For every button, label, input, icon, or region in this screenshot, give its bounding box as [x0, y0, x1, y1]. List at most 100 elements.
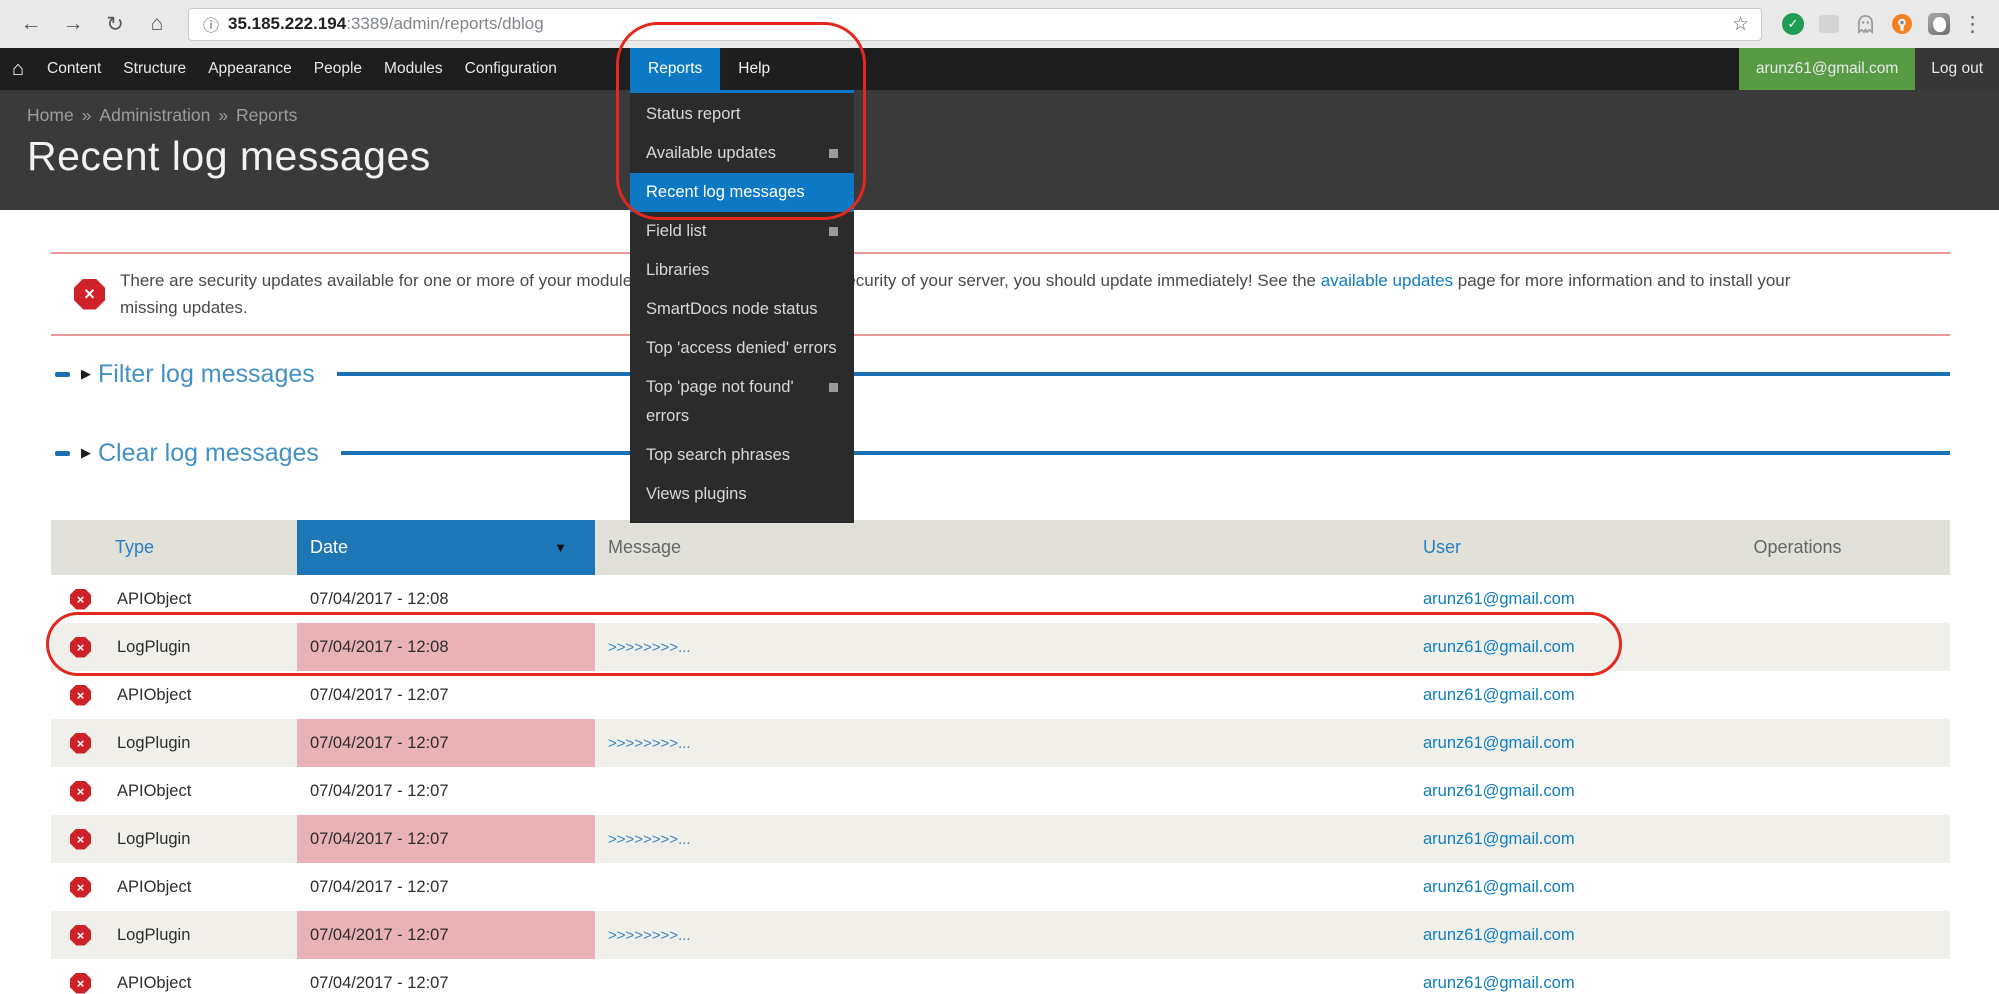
alert-text-mid: page for more information and to install…: [1453, 271, 1790, 290]
reload-icon[interactable]: ↻: [94, 12, 136, 37]
tab-help[interactable]: Help: [720, 48, 788, 90]
log-date: 07/04/2017 - 12:07: [297, 911, 595, 959]
menu-item-field-list[interactable]: Field list: [630, 212, 854, 251]
url-bar[interactable]: ⓘ 35.185.222.194 :3389/admin/reports/dbl…: [188, 8, 1762, 41]
log-user-link[interactable]: arunz61@gmail.com: [1423, 830, 1575, 848]
log-type: APIObject: [117, 686, 191, 705]
fieldset-rule: [341, 451, 1950, 455]
table-row: ×LogPlugin 07/04/2017 - 12:07 >>>>>>>>..…: [51, 719, 1950, 767]
log-message-link[interactable]: >>>>>>>>...: [608, 927, 691, 944]
url-path: :3389/admin/reports/dblog: [346, 14, 544, 34]
tab-reports[interactable]: Reports: [630, 48, 720, 90]
sort-by-type-link[interactable]: Type: [115, 537, 154, 557]
fieldset-dash-icon: [55, 372, 70, 377]
log-type: APIObject: [117, 590, 191, 609]
log-user-link[interactable]: arunz61@gmail.com: [1423, 686, 1575, 704]
menu-item-views-plugins[interactable]: Views plugins: [630, 475, 854, 514]
menu-item-available-updates[interactable]: Available updates: [630, 134, 854, 173]
filter-log-messages-toggle[interactable]: Filter log messages: [98, 360, 315, 389]
toolbar-item-content[interactable]: Content: [36, 48, 112, 90]
openvpn-extension-icon[interactable]: [1891, 13, 1913, 35]
toolbar-item-structure[interactable]: Structure: [112, 48, 197, 90]
screenshot-extension-icon[interactable]: [1928, 13, 1950, 35]
available-updates-link[interactable]: available updates: [1321, 271, 1453, 290]
log-message-link[interactable]: >>>>>>>>...: [608, 639, 691, 656]
log-messages-table: Type Date▼ Message User Operations × APIO…: [51, 520, 1950, 994]
logout-button[interactable]: Log out: [1915, 48, 1999, 90]
log-user-link[interactable]: arunz61@gmail.com: [1423, 782, 1575, 800]
log-user-link[interactable]: arunz61@gmail.com: [1423, 734, 1575, 752]
breadcrumb-reports[interactable]: Reports: [236, 105, 297, 125]
url-host: 35.185.222.194: [228, 14, 346, 34]
log-user-link[interactable]: arunz61@gmail.com: [1423, 878, 1575, 896]
toolbar-item-configuration[interactable]: Configuration: [454, 48, 568, 90]
user-account-tab[interactable]: arunz61@gmail.com: [1739, 48, 1915, 90]
error-status-icon: ×: [70, 637, 91, 658]
breadcrumb: Home»Administration»Reports: [27, 105, 1999, 126]
error-status-icon: ×: [70, 589, 91, 610]
toolbar-item-people[interactable]: People: [303, 48, 373, 90]
update-indicator-icon: [829, 149, 838, 158]
table-row: ×APIObject 07/04/2017 - 12:07 arunz61@gm…: [51, 767, 1950, 815]
ghost-extension-icon[interactable]: [1854, 13, 1876, 35]
error-status-icon: ×: [70, 877, 91, 898]
menu-item-top-access-denied[interactable]: Top 'access denied' errors: [630, 329, 854, 368]
sort-by-user-link[interactable]: User: [1423, 537, 1461, 557]
error-status-icon: ×: [70, 733, 91, 754]
menu-item-status-report[interactable]: Status report: [630, 95, 854, 134]
menu-item-top-search-phrases[interactable]: Top search phrases: [630, 436, 854, 475]
log-user-link[interactable]: arunz61@gmail.com: [1423, 638, 1575, 656]
log-user-link[interactable]: arunz61@gmail.com: [1423, 590, 1575, 608]
log-user-link[interactable]: arunz61@gmail.com: [1423, 926, 1575, 944]
toolbar-item-modules[interactable]: Modules: [373, 48, 454, 90]
error-status-icon: ×: [70, 973, 91, 994]
table-row-highlighted: ×LogPlugin 07/04/2017 - 12:08 >>>>>>>>..…: [51, 623, 1950, 671]
log-user-link[interactable]: arunz61@gmail.com: [1423, 974, 1575, 992]
table-row: ×APIObject 07/04/2017 - 12:08 arunz61@gm…: [51, 575, 1950, 623]
adblock-extension-icon[interactable]: ✓: [1782, 13, 1804, 35]
extension-icons: ✓: [1776, 13, 1956, 35]
breadcrumb-home[interactable]: Home: [27, 105, 74, 125]
back-icon[interactable]: ←: [10, 12, 52, 36]
error-status-icon: ×: [70, 925, 91, 946]
update-indicator-icon: [829, 383, 838, 392]
update-indicator-icon: [829, 227, 838, 236]
main-content: × There are security updates available f…: [51, 252, 1950, 994]
security-alert: × There are security updates available f…: [51, 252, 1950, 336]
message-header: Message: [595, 520, 1410, 575]
table-header-row: Type Date▼ Message User Operations: [51, 520, 1950, 575]
toolbar-item-appearance[interactable]: Appearance: [197, 48, 303, 90]
collapsed-arrow-icon: ▶: [81, 445, 91, 461]
page-info-icon[interactable]: ⓘ: [203, 12, 219, 36]
log-date: 07/04/2017 - 12:07: [297, 815, 595, 863]
error-status-icon: ×: [70, 685, 91, 706]
clear-log-messages-toggle[interactable]: Clear log messages: [98, 439, 319, 468]
log-message-link[interactable]: >>>>>>>>...: [608, 735, 691, 752]
table-row: × APIObject 07/04/2017 - 12:07 arunz61@gm…: [51, 671, 1950, 719]
reports-menu-panel: Status report Available updates Recent l…: [630, 90, 854, 523]
breadcrumb-administration[interactable]: Administration: [99, 105, 210, 125]
menu-item-top-page-not-found[interactable]: Top 'page not found' errors: [630, 368, 854, 436]
breadcrumb-separator: »: [218, 105, 228, 125]
log-date: 07/04/2017 - 12:07: [297, 671, 595, 719]
bookmark-star-icon[interactable]: ☆: [1732, 13, 1749, 36]
log-type: APIObject: [117, 974, 191, 993]
alert-text: There are security updates available for…: [120, 267, 1790, 321]
disabled-extension-icon[interactable]: [1819, 15, 1839, 33]
log-date: 07/04/2017 - 12:07: [297, 959, 595, 994]
table-row: ×LogPlugin 07/04/2017 - 12:07 >>>>>>>>..…: [51, 815, 1950, 863]
drupal-home-icon[interactable]: ⌂: [0, 48, 36, 90]
admin-toolbar: ⌂ Content Structure Appearance People Mo…: [0, 48, 1999, 90]
log-date: 07/04/2017 - 12:08: [297, 623, 595, 671]
menu-item-recent-log-messages[interactable]: Recent log messages: [630, 173, 854, 212]
home-icon[interactable]: ⌂: [136, 12, 178, 36]
browser-menu-icon[interactable]: ⋮: [1956, 12, 1989, 37]
menu-item-smartdocs-node-status[interactable]: SmartDocs node status: [630, 290, 854, 329]
forward-icon[interactable]: →: [52, 12, 94, 36]
sort-by-date-link[interactable]: Date▼: [297, 537, 595, 558]
menu-item-libraries[interactable]: Libraries: [630, 251, 854, 290]
log-message-link[interactable]: >>>>>>>>...: [608, 831, 691, 848]
log-type: APIObject: [117, 878, 191, 897]
menu-tab-bar: Reports Help: [630, 48, 854, 90]
operations-header: Operations: [1700, 520, 1950, 575]
